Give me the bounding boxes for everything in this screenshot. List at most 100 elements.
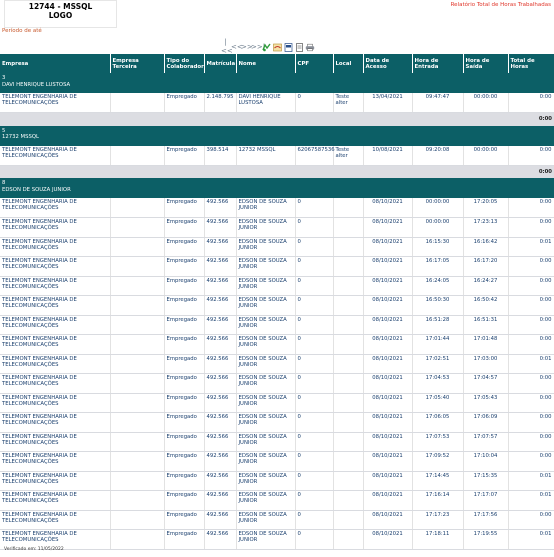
table-cell: TELEMONT ENGENHARIA DE TELECOMUNICAÇÕES — [0, 393, 111, 413]
table-cell: 08/10/2021 — [363, 315, 413, 335]
print-icon[interactable] — [305, 43, 315, 52]
table-cell: 0 — [295, 276, 334, 296]
table-cell: Empregado — [164, 198, 205, 218]
table-cell: 17:18:11 — [412, 529, 464, 550]
verified-date: Verificado em: 11/05/2022 — [4, 547, 64, 552]
table-cell: 17:07:53 — [412, 432, 464, 452]
table-row[interactable]: TELEMONT ENGENHARIA DE TELECOMUNICAÇÕES E… — [0, 334, 554, 355]
table-row[interactable]: TELEMONT ENGENHARIA DE TELECOMUNICAÇÕES E… — [0, 529, 554, 550]
table-cell: 0:00 — [508, 432, 554, 452]
table-cell: EDSON DE SOUZA JUNIOR — [236, 315, 296, 335]
table-cell: 492.566 — [204, 510, 237, 530]
hours-report-table: Empresa Empresa Terceira Tipo do Colaborad… — [0, 54, 554, 550]
table-cell: 08/10/2021 — [363, 529, 413, 550]
table-cell: 17:23:13 — [463, 217, 509, 238]
table-cell: Empregado — [164, 471, 205, 491]
table-row[interactable]: TELEMONT ENGENHARIA DE TELECOMUNICAÇÕES E… — [0, 198, 554, 218]
table-row[interactable]: TELEMONT ENGENHARIA DE TELECOMUNICAÇÕES E… — [0, 145, 554, 166]
table-row[interactable]: TELEMONT ENGENHARIA DE TELECOMUNICAÇÕES E… — [0, 432, 554, 452]
table-cell: 0 — [295, 432, 334, 452]
table-cell: 0 — [295, 217, 334, 238]
table-row[interactable]: TELEMONT ENGENHARIA DE TELECOMUNICAÇÕES E… — [0, 354, 554, 374]
table-cell: 09:47:47 — [412, 93, 464, 113]
refresh-green-icon[interactable] — [261, 43, 271, 52]
table-cell: 08/10/2021 — [363, 276, 413, 296]
group-name: 12732 MSSQL — [2, 134, 39, 140]
table-cell: 0:00 — [508, 198, 554, 218]
table-cell: 17:19:55 — [463, 529, 509, 550]
group-header-row: 3 DAVI HENRIQUE LUSTOSA — [0, 73, 554, 93]
table-cell: 08/10/2021 — [363, 198, 413, 218]
table-cell — [110, 373, 165, 394]
table-cell: 00:00:00 — [463, 93, 509, 113]
table-cell: 0 — [295, 334, 334, 355]
table-row[interactable]: TELEMONT ENGENHARIA DE TELECOMUNICAÇÕES E… — [0, 93, 554, 113]
table-cell: 10/08/2021 — [363, 145, 413, 166]
table-row[interactable]: TELEMONT ENGENHARIA DE TELECOMUNICAÇÕES E… — [0, 276, 554, 296]
export-excel-icon[interactable] — [272, 43, 282, 52]
table-row[interactable]: TELEMONT ENGENHARIA DE TELECOMUNICAÇÕES E… — [0, 471, 554, 491]
table-row[interactable]: TELEMONT ENGENHARIA DE TELECOMUNICAÇÕES E… — [0, 373, 554, 394]
table-cell: Empregado — [164, 315, 205, 335]
last-page-button[interactable]: >>| — [251, 43, 265, 52]
table-cell — [333, 393, 364, 413]
table-cell: 492.566 — [204, 256, 237, 277]
table-row[interactable]: TELEMONT ENGENHARIA DE TELECOMUNICAÇÕES E… — [0, 412, 554, 433]
table-cell: EDSON DE SOUZA JUNIOR — [236, 451, 296, 472]
table-cell: 0 — [295, 315, 334, 335]
table-row[interactable]: TELEMONT ENGENHARIA DE TELECOMUNICAÇÕES E… — [0, 256, 554, 277]
table-cell: 0 — [295, 471, 334, 491]
table-cell: 16:50:30 — [412, 295, 464, 316]
table-cell: 08/10/2021 — [363, 237, 413, 257]
export-pdf-icon[interactable] — [283, 42, 293, 52]
export-word-icon[interactable] — [294, 42, 304, 52]
table-cell: 08/10/2021 — [363, 354, 413, 374]
table-row[interactable]: TELEMONT ENGENHARIA DE TELECOMUNICAÇÕES E… — [0, 315, 554, 335]
table-cell: 00:00:00 — [412, 217, 464, 238]
table-cell: DAVI HENRIQUE LUSTOSA — [236, 93, 296, 113]
table-row[interactable]: TELEMONT ENGENHARIA DE TELECOMUNICAÇÕES E… — [0, 237, 554, 257]
table-row[interactable]: TELEMONT ENGENHARIA DE TELECOMUNICAÇÕES E… — [0, 451, 554, 472]
table-cell: TELEMONT ENGENHARIA DE TELECOMUNICAÇÕES — [0, 145, 111, 166]
column-header: Nome — [236, 54, 296, 73]
table-cell: Empregado — [164, 354, 205, 374]
table-row[interactable]: TELEMONT ENGENHARIA DE TELECOMUNICAÇÕES E… — [0, 295, 554, 316]
table-cell: 0 — [295, 373, 334, 394]
table-cell — [110, 256, 165, 277]
table-cell: 492.566 — [204, 393, 237, 413]
table-cell: 492.566 — [204, 198, 237, 218]
table-cell: 0:01 — [508, 529, 554, 550]
table-cell: 08/10/2021 — [363, 490, 413, 511]
previous-page-button[interactable]: << — [231, 43, 243, 52]
table-cell — [333, 256, 364, 277]
column-header: Data de Acesso — [363, 54, 413, 73]
table-row[interactable]: TELEMONT ENGENHARIA DE TELECOMUNICAÇÕES E… — [0, 510, 554, 530]
table-cell: 492.566 — [204, 217, 237, 238]
table-cell — [333, 217, 364, 238]
table-row[interactable]: TELEMONT ENGENHARIA DE TELECOMUNICAÇÕES E… — [0, 490, 554, 511]
table-cell: TELEMONT ENGENHARIA DE TELECOMUNICAÇÕES — [0, 198, 111, 218]
table-cell: Empregado — [164, 237, 205, 257]
group-total-value: 0:00 — [508, 112, 554, 126]
table-cell: 0:00 — [508, 451, 554, 472]
table-cell: 0:00 — [508, 393, 554, 413]
table-row[interactable]: TELEMONT ENGENHARIA DE TELECOMUNICAÇÕES E… — [0, 393, 554, 413]
table-cell: TELEMONT ENGENHARIA DE TELECOMUNICAÇÕES — [0, 490, 111, 511]
table-cell: EDSON DE SOUZA JUNIOR — [236, 432, 296, 452]
table-cell — [110, 93, 165, 113]
table-row[interactable]: TELEMONT ENGENHARIA DE TELECOMUNICAÇÕES E… — [0, 217, 554, 238]
table-cell: 08/10/2021 — [363, 256, 413, 277]
table-cell: 08/10/2021 — [363, 471, 413, 491]
report-title: Relatório Total de Horas Trabalhadas — [450, 2, 551, 8]
table-cell: Empregado — [164, 334, 205, 355]
table-cell: Empregado — [164, 373, 205, 394]
table-cell: 08/10/2021 — [363, 510, 413, 530]
table-cell: Empregado — [164, 295, 205, 316]
table-cell: 492.566 — [204, 354, 237, 374]
table-cell — [110, 529, 165, 550]
table-cell — [110, 145, 165, 166]
table-cell: 00:00:00 — [412, 198, 464, 218]
next-page-button[interactable]: >> — [241, 43, 253, 52]
table-cell: 0:00 — [508, 315, 554, 335]
table-cell: EDSON DE SOUZA JUNIOR — [236, 217, 296, 238]
